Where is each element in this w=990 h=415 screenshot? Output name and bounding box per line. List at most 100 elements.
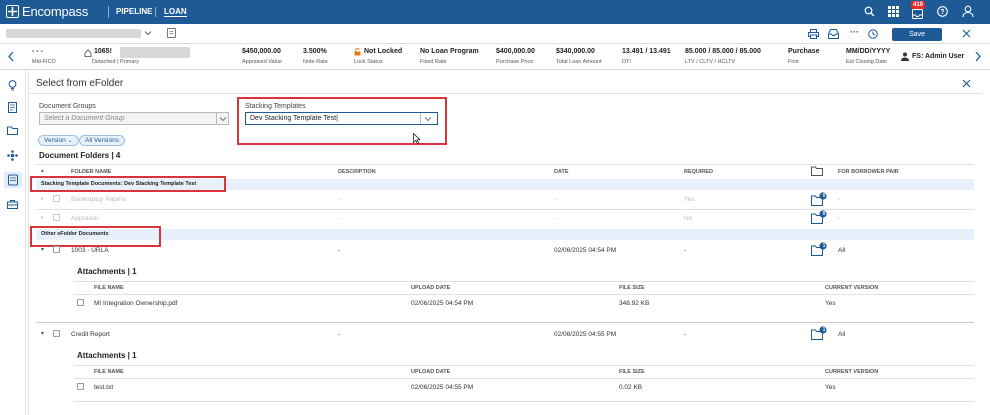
user-icon bbox=[901, 52, 909, 61]
other-group-highlight bbox=[30, 226, 161, 247]
attachment-file-name[interactable]: MI Integration Ownership.pdf bbox=[94, 300, 177, 307]
close-dialog-icon[interactable] bbox=[962, 79, 971, 88]
borrower-name-redacted bbox=[6, 29, 141, 38]
divider bbox=[36, 322, 974, 323]
att-col-current-version[interactable]: CURRENT VERSION bbox=[825, 285, 878, 291]
notifications-icon[interactable] bbox=[912, 9, 923, 19]
services-icon[interactable] bbox=[7, 150, 18, 161]
nav-loan[interactable]: LOAN bbox=[164, 7, 187, 17]
divider bbox=[36, 164, 974, 165]
folder-count-badge: 1 bbox=[822, 243, 826, 249]
divider bbox=[420, 113, 421, 124]
folder-required: No bbox=[684, 215, 693, 222]
att-col-file-size[interactable]: FILE SIZE bbox=[619, 369, 645, 375]
att-col-file-name[interactable]: FILE NAME bbox=[94, 285, 124, 291]
chevron-down-icon bbox=[424, 115, 432, 123]
row-checkbox[interactable] bbox=[53, 330, 60, 337]
att-col-current-version[interactable]: CURRENT VERSION bbox=[825, 369, 878, 375]
group-other-efolder: Other eFolder Documents bbox=[36, 229, 974, 240]
attachment-upload-date: 02/06/2025 04:55 PM bbox=[411, 384, 474, 391]
lightbulb-icon[interactable] bbox=[8, 80, 17, 91]
stacking-templates-select[interactable]: Dev Stacking Template Test| bbox=[245, 112, 438, 125]
attachment-upload-date: 02/06/2025 04:54 PM bbox=[411, 300, 474, 307]
folder-required: Yes bbox=[684, 196, 695, 203]
expand-arrow-icon[interactable]: ▸ bbox=[41, 195, 44, 202]
col-borrower-pair[interactable]: FOR BORROWER PAIR bbox=[838, 169, 899, 175]
svg-text:?: ? bbox=[940, 9, 944, 16]
info-est-closing-date: MM/DD/YYYY Est Closing Date bbox=[846, 48, 891, 65]
print-icon[interactable] bbox=[808, 29, 819, 39]
save-button[interactable]: Save bbox=[892, 28, 942, 41]
row-checkbox[interactable] bbox=[53, 246, 60, 253]
document-groups-select[interactable]: Select a Document Group bbox=[39, 112, 229, 125]
search-icon[interactable] bbox=[864, 6, 875, 17]
col-folder-name[interactable]: FOLDER NAME bbox=[71, 169, 111, 175]
attachment-checkbox[interactable] bbox=[77, 383, 84, 390]
divider bbox=[74, 378, 974, 379]
collapse-arrow-icon[interactable]: ▾ bbox=[41, 330, 44, 337]
att-col-upload-date[interactable]: UPLOAD DATE bbox=[411, 285, 450, 291]
att-col-file-size[interactable]: FILE SIZE bbox=[619, 285, 645, 291]
chevron-right-icon[interactable] bbox=[975, 51, 981, 62]
row-checkbox[interactable] bbox=[53, 214, 60, 221]
expand-arrow-icon[interactable]: ▸ bbox=[41, 214, 44, 221]
left-sidebar bbox=[0, 70, 26, 415]
info-purchase-price: $400,000.00 Purchase Price bbox=[496, 48, 535, 65]
folder-count-badge: 0 bbox=[822, 193, 826, 199]
attachment-checkbox[interactable] bbox=[77, 299, 84, 306]
document-folders-title: Document Folders | 4 bbox=[39, 151, 121, 160]
collapse-arrow-icon[interactable]: ▾ bbox=[41, 246, 44, 253]
top-nav-bar: Encompass PIPELINE LOAN 419 ? bbox=[0, 0, 990, 24]
folder-description: - bbox=[338, 331, 341, 338]
apps-grid-icon[interactable] bbox=[888, 6, 899, 17]
version-filter[interactable]: Version ⌄ bbox=[38, 135, 79, 146]
close-loan-icon[interactable] bbox=[962, 29, 971, 38]
current-user-label[interactable]: FS: Admin User bbox=[912, 53, 964, 60]
divider bbox=[74, 281, 974, 282]
toolbox-icon[interactable] bbox=[7, 200, 18, 209]
col-required[interactable]: REQUIRED bbox=[684, 169, 713, 175]
more-options-icon[interactable]: ··· bbox=[850, 27, 859, 37]
folder-date: - bbox=[554, 215, 557, 222]
attachment-current-version: Yes bbox=[825, 384, 836, 391]
info-mid-fico: - - - Mid-FICO bbox=[32, 48, 56, 65]
folder-description: - bbox=[338, 215, 341, 222]
folder-count-badge: 0 bbox=[822, 211, 826, 217]
home-icon bbox=[84, 49, 92, 57]
attachment-file-size: 0.02 KB bbox=[619, 384, 643, 391]
col-date[interactable]: DATE bbox=[554, 169, 569, 175]
att-col-upload-date[interactable]: UPLOAD DATE bbox=[411, 369, 450, 375]
folder-date: 02/06/2025 04:54 PM bbox=[554, 247, 617, 254]
sort-arrow-icon[interactable]: ▴ bbox=[41, 167, 44, 174]
info-dti: 13.491 / 13.491 DTI bbox=[622, 48, 671, 65]
clock-icon[interactable] bbox=[868, 29, 878, 39]
attachment-current-version: Yes bbox=[825, 300, 836, 307]
folder-name: Appraisal bbox=[71, 215, 99, 222]
help-icon[interactable]: ? bbox=[937, 6, 948, 17]
folder-icon bbox=[811, 166, 823, 176]
app-brand: Encompass bbox=[22, 4, 89, 19]
divider bbox=[74, 294, 974, 295]
chevron-down-icon[interactable] bbox=[144, 29, 152, 37]
attachment-file-name[interactable]: test.txt bbox=[94, 384, 113, 391]
efolder-nav-active[interactable] bbox=[4, 172, 22, 188]
nav-divider bbox=[108, 6, 109, 18]
inbox-icon[interactable] bbox=[828, 29, 839, 39]
col-description[interactable]: DESCRIPTION bbox=[338, 169, 376, 175]
chevron-left-icon[interactable] bbox=[8, 51, 14, 62]
user-profile-icon[interactable] bbox=[962, 5, 974, 18]
lock-icon bbox=[354, 48, 361, 56]
nav-divider bbox=[155, 7, 156, 17]
form-icon[interactable] bbox=[8, 102, 17, 113]
all-versions-filter[interactable]: All Versions bbox=[79, 135, 125, 146]
attachment-file-size: 348.92 KB bbox=[619, 300, 650, 307]
dialog-title: Select from eFolder bbox=[36, 78, 124, 89]
attachments-title: Attachments | 1 bbox=[77, 351, 137, 360]
folder-date: 02/06/2025 04:55 PM bbox=[554, 331, 617, 338]
att-col-file-name[interactable]: FILE NAME bbox=[94, 369, 124, 375]
folder-borrower: All bbox=[838, 247, 846, 254]
document-icon[interactable] bbox=[167, 28, 176, 38]
folder-icon[interactable] bbox=[7, 126, 18, 135]
row-checkbox[interactable] bbox=[53, 195, 60, 202]
nav-pipeline[interactable]: PIPELINE bbox=[116, 7, 152, 16]
